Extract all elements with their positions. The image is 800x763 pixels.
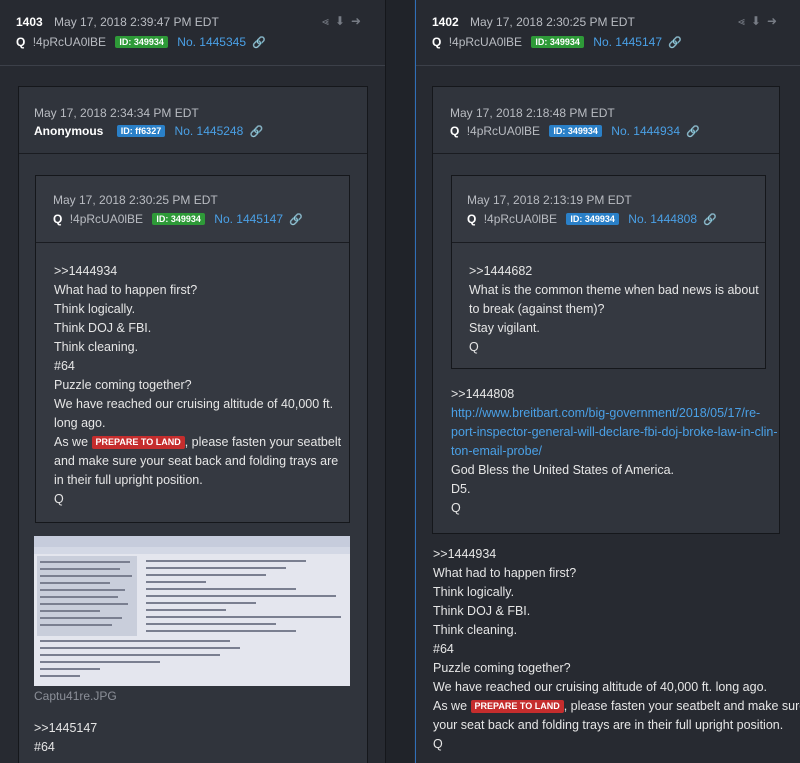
tripcode: !4pRcUA0lBE <box>483 212 558 226</box>
post-number-link[interactable]: No. 1445248 <box>175 124 244 138</box>
url-link[interactable]: port-inspector-general-will-declare-fbi-… <box>451 423 778 442</box>
quoted-post-body: >>1444808 http://www.breitbart.com/big-g… <box>451 385 778 518</box>
post-line: #64 <box>54 359 75 373</box>
post-line[interactable]: >>1444934 <box>433 545 800 564</box>
goto-icon[interactable]: ➜ <box>767 14 783 28</box>
post-line: D5. <box>451 482 471 496</box>
goto-icon[interactable]: ➜ <box>351 14 367 28</box>
link-icon[interactable]: 🔗 <box>250 126 264 138</box>
post-line: your seat back and folding trays are in … <box>433 718 784 732</box>
post-line: Think logically. <box>433 585 515 599</box>
post-number-link[interactable]: No. 1445147 <box>593 35 662 49</box>
prepare-to-land-badge: PREPARE TO LAND <box>470 700 564 713</box>
tripcode: !4pRcUA0lBE <box>69 212 144 226</box>
author-name: Q <box>16 35 26 49</box>
post-line: Puzzle coming together? <box>54 378 192 392</box>
quoted-post-1445147: May 17, 2018 2:30:25 PM EDT Q !4pRcUA0lB… <box>35 175 350 523</box>
post-line: What had to happen first? <box>54 283 198 297</box>
post-header-1403: 1403 May 17, 2018 2:39:47 PM EDT Q !4pRc… <box>0 0 385 66</box>
id-badge: ID: 349934 <box>549 125 602 137</box>
id-badge: ID: 349934 <box>115 36 168 48</box>
post-actions: ⪡⬇➜ <box>738 14 783 29</box>
download-icon[interactable]: ⬇ <box>335 14 351 28</box>
share-icon[interactable]: ⪡ <box>322 14 335 28</box>
post-line: Think DOJ & FBI. <box>433 604 531 618</box>
post-line: Q <box>451 501 461 515</box>
tripcode: !4pRcUA0lBE <box>32 35 107 49</box>
post-line-badge: As we PREPARE TO LAND, please fasten you… <box>54 435 342 449</box>
tripcode: !4pRcUA0lBE <box>466 124 541 138</box>
link-icon[interactable]: 🔗 <box>668 37 682 49</box>
post-line: Q <box>433 737 443 751</box>
id-badge: ID: 349934 <box>152 213 205 225</box>
post-timestamp: May 17, 2018 2:39:47 PM EDT <box>54 15 219 29</box>
url-link[interactable]: ton-email-probe/ <box>451 442 778 461</box>
post-line: long ago. <box>54 416 106 430</box>
id-badge: ID: 349934 <box>531 36 584 48</box>
quoted-timestamp: May 17, 2018 2:30:25 PM EDT <box>53 193 218 207</box>
post-number: 1403 <box>16 15 43 29</box>
post-line: Think cleaning. <box>54 340 139 354</box>
post-line: What had to happen first? <box>433 566 577 580</box>
link-icon[interactable]: 🔗 <box>703 214 717 226</box>
post-column-left: 1403 May 17, 2018 2:39:47 PM EDT Q !4pRc… <box>0 0 386 763</box>
post-line[interactable]: >>1444808 <box>451 385 778 404</box>
post-header-1402: 1402 May 17, 2018 2:30:25 PM EDT Q !4pRc… <box>416 0 800 66</box>
post-line: We have reached our cruising altitude of… <box>433 680 768 694</box>
post-line: to break (against them)? <box>469 302 605 316</box>
post-body-bottom: >>1445147 #64 <box>34 719 97 757</box>
post-line: What is the common theme when bad news i… <box>469 283 759 297</box>
quoted-timestamp: May 17, 2018 2:18:48 PM EDT <box>450 106 615 120</box>
post-column-right: 1402 May 17, 2018 2:30:25 PM EDT Q !4pRc… <box>415 0 800 763</box>
link-icon[interactable]: 🔗 <box>289 214 303 226</box>
author-name: Q <box>432 35 442 49</box>
attachment-thumbnail[interactable] <box>34 536 350 686</box>
post-number: 1402 <box>432 15 459 29</box>
post-body: >>1444682 What is the common theme when … <box>469 262 759 357</box>
post-line: Think logically. <box>54 302 136 316</box>
post-line: #64 <box>34 740 55 754</box>
post-line: Q <box>54 492 64 506</box>
link-icon[interactable]: 🔗 <box>252 37 266 49</box>
quoted-timestamp: May 17, 2018 2:34:34 PM EDT <box>34 106 199 120</box>
quoted-timestamp: May 17, 2018 2:13:19 PM EDT <box>467 193 632 207</box>
post-line[interactable]: >>1444934 <box>54 262 341 281</box>
post-line[interactable]: >>1445147 <box>34 719 97 738</box>
post-line: in their full upright position. <box>54 473 203 487</box>
post-number-link[interactable]: No. 1445345 <box>177 35 246 49</box>
id-badge: ID: ff6327 <box>116 125 166 137</box>
post-line: Stay vigilant. <box>469 321 540 335</box>
post-line: God Bless the United States of America. <box>451 463 675 477</box>
id-badge: ID: 349934 <box>566 213 619 225</box>
post-line[interactable]: >>1444682 <box>469 262 759 281</box>
download-icon[interactable]: ⬇ <box>751 14 767 28</box>
post-number-link[interactable]: No. 1444808 <box>628 212 697 226</box>
post-number-link[interactable]: No. 1445147 <box>214 212 283 226</box>
post-body: >>1444934 What had to happen first? Thin… <box>54 262 341 509</box>
quoted-post-1444808: May 17, 2018 2:13:19 PM EDT Q !4pRcUA0lB… <box>451 175 766 369</box>
author-name: Anonymous <box>34 124 104 138</box>
post-line: Think cleaning. <box>433 623 518 637</box>
post-body-main: >>1444934 What had to happen first? Thin… <box>433 545 800 754</box>
share-icon[interactable]: ⪡ <box>738 14 751 28</box>
tripcode: !4pRcUA0lBE <box>448 35 523 49</box>
post-actions: ⪡⬇➜ <box>322 14 367 29</box>
post-line: Think DOJ & FBI. <box>54 321 152 335</box>
post-line: #64 <box>433 642 454 656</box>
post-number-link[interactable]: No. 1444934 <box>611 124 680 138</box>
attachment-filename[interactable]: Captu41re.JPG <box>34 689 117 703</box>
author-name: Q <box>450 124 460 138</box>
post-timestamp: May 17, 2018 2:30:25 PM EDT <box>470 15 635 29</box>
author-name: Q <box>467 212 477 226</box>
post-line-badge: As we PREPARE TO LAND, please fasten you… <box>433 699 800 713</box>
post-line: We have reached our cruising altitude of… <box>54 397 334 411</box>
post-line: and make sure your seat back and folding… <box>54 454 339 468</box>
prepare-to-land-badge: PREPARE TO LAND <box>91 436 185 449</box>
author-name: Q <box>53 212 63 226</box>
post-line: Q <box>469 340 479 354</box>
url-link[interactable]: http://www.breitbart.com/big-government/… <box>451 404 778 423</box>
column-gutter <box>386 0 414 763</box>
post-line: Puzzle coming together? <box>433 661 571 675</box>
link-icon[interactable]: 🔗 <box>686 126 700 138</box>
